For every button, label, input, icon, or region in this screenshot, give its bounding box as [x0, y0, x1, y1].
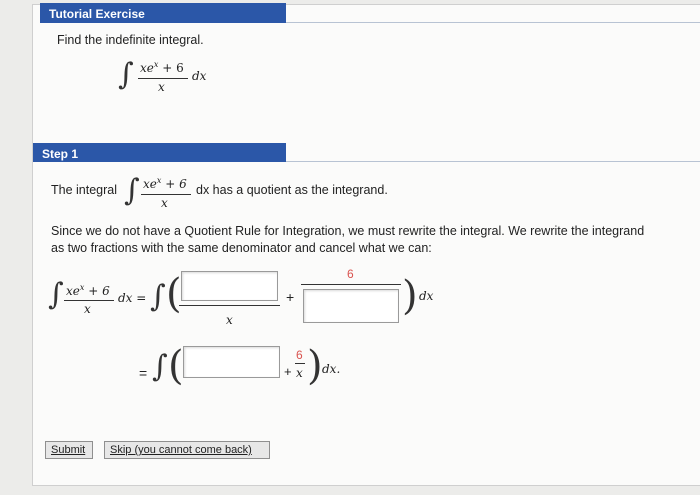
eq2-plus: +: [284, 364, 292, 379]
denominator-input-1[interactable]: [303, 289, 399, 323]
step1-explanation-line1: Since we do not have a Quotient Rule for…: [51, 224, 645, 238]
header-rule: [286, 22, 700, 23]
eq2-frac-denominator: x: [296, 366, 303, 380]
step1-explanation-line2: as two fractions with the same denominat…: [51, 241, 432, 255]
left-paren: (: [168, 343, 184, 389]
integral-sign: ∫: [150, 279, 166, 314]
right-paren: ): [307, 343, 323, 389]
step1-numerator: xex + 6: [143, 176, 187, 191]
fraction-bar: [301, 284, 401, 285]
step1-intro-suffix: dx has a quotient as the integrand.: [196, 183, 388, 197]
step1-rule: [286, 161, 700, 162]
integral-sign: ∫: [118, 57, 134, 92]
fraction-bar: [295, 363, 305, 364]
fraction-bar: [138, 78, 188, 79]
eq1-lhs-numerator: xex + 6: [66, 283, 110, 298]
term-input-2[interactable]: [183, 346, 280, 378]
eq1-denominator: x: [226, 313, 233, 327]
tutorial-exercise-header: Tutorial Exercise: [40, 3, 286, 23]
step1-intro-label: The integral: [51, 183, 118, 197]
exercise-prompt: Find the indefinite integral.: [57, 33, 204, 47]
fraction-bar: [141, 194, 191, 195]
eq1-plus: +: [286, 289, 295, 305]
eq1-prefilled-numerator: 6: [347, 267, 354, 281]
submit-button[interactable]: Submit: [45, 441, 93, 459]
eq1-trailing-dx: dx: [419, 289, 434, 303]
left-paren: (: [166, 271, 182, 317]
numerator-input-1[interactable]: [181, 271, 278, 301]
step1-title: Step 1: [42, 147, 79, 161]
eq1-lhs-dx: dx =: [118, 291, 147, 305]
eq1-lhs-denominator: x: [84, 302, 91, 316]
skip-button[interactable]: Skip (you cannot come back): [104, 441, 270, 459]
fraction-bar: [179, 305, 280, 306]
problem-numerator: xex + 6: [140, 60, 184, 75]
integral-sign: ∫: [152, 349, 168, 384]
step1-denominator: x: [161, 196, 168, 210]
integral-sign: ∫: [48, 277, 64, 312]
right-paren: ): [402, 273, 418, 319]
fraction-bar: [64, 300, 114, 301]
tutorial-exercise-title: Tutorial Exercise: [49, 7, 145, 21]
eq2-trailing-dx: dx.: [322, 362, 341, 376]
eq2-frac-numerator: 6: [296, 348, 303, 362]
problem-differential: dx: [192, 69, 207, 83]
eq2-equals: =: [139, 365, 148, 381]
integral-sign: ∫: [124, 173, 140, 208]
step1-header: Step 1: [33, 143, 286, 162]
problem-denominator: x: [158, 80, 165, 94]
